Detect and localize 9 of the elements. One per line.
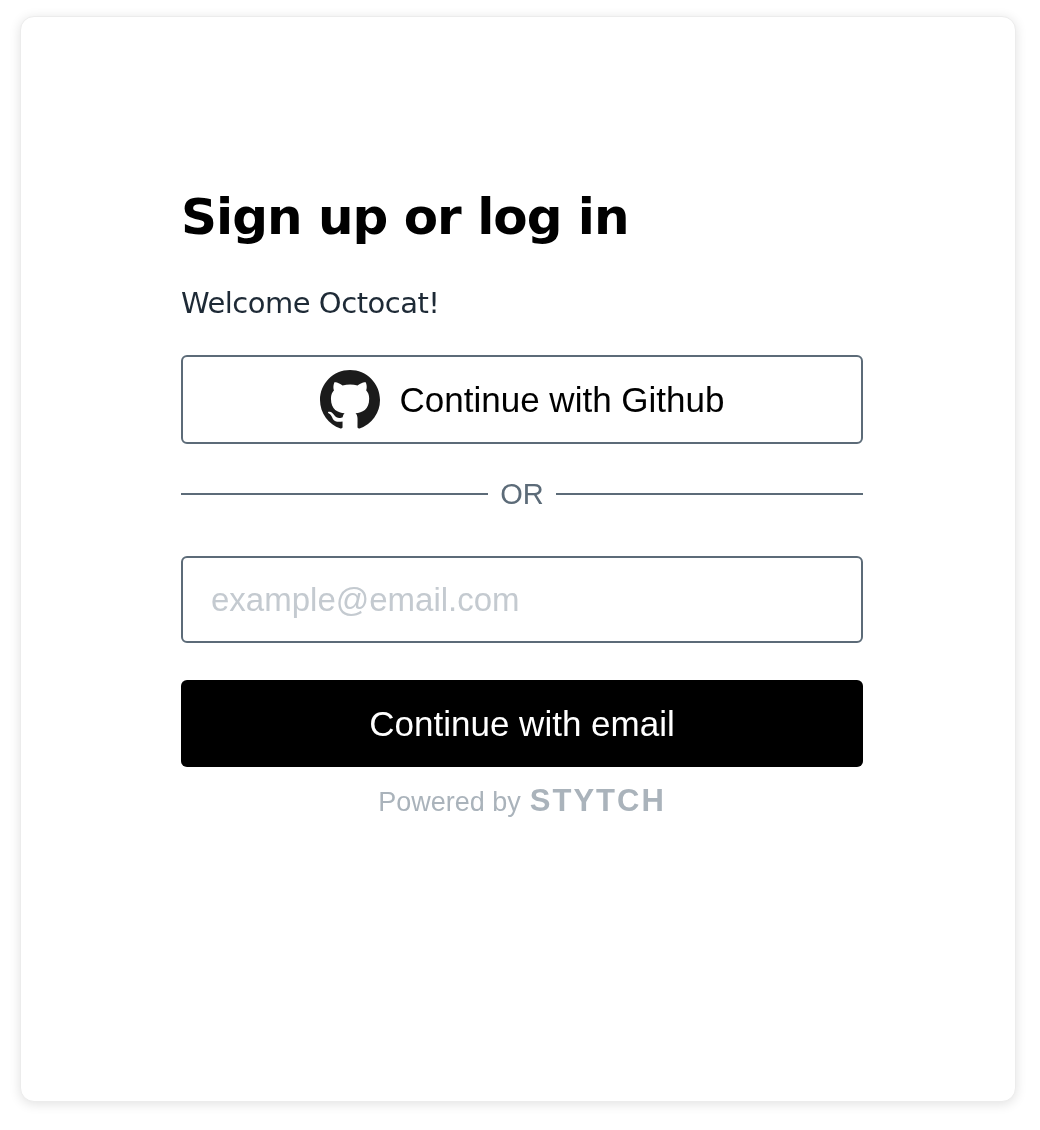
cat-logo-icon [319,369,380,430]
continue-email-button[interactable]: Continue with email [181,680,863,767]
github-button[interactable]: Continue with Github [181,355,863,444]
email-field[interactable]: example@email.com [181,556,863,643]
powered-by-text: Powered by [378,787,521,818]
page-title: Sign up or log in [181,187,629,248]
brand-logo: STYTCH [529,783,666,819]
divider-label: OR [500,477,544,512]
welcome-text: Welcome Octocat! [181,285,440,322]
